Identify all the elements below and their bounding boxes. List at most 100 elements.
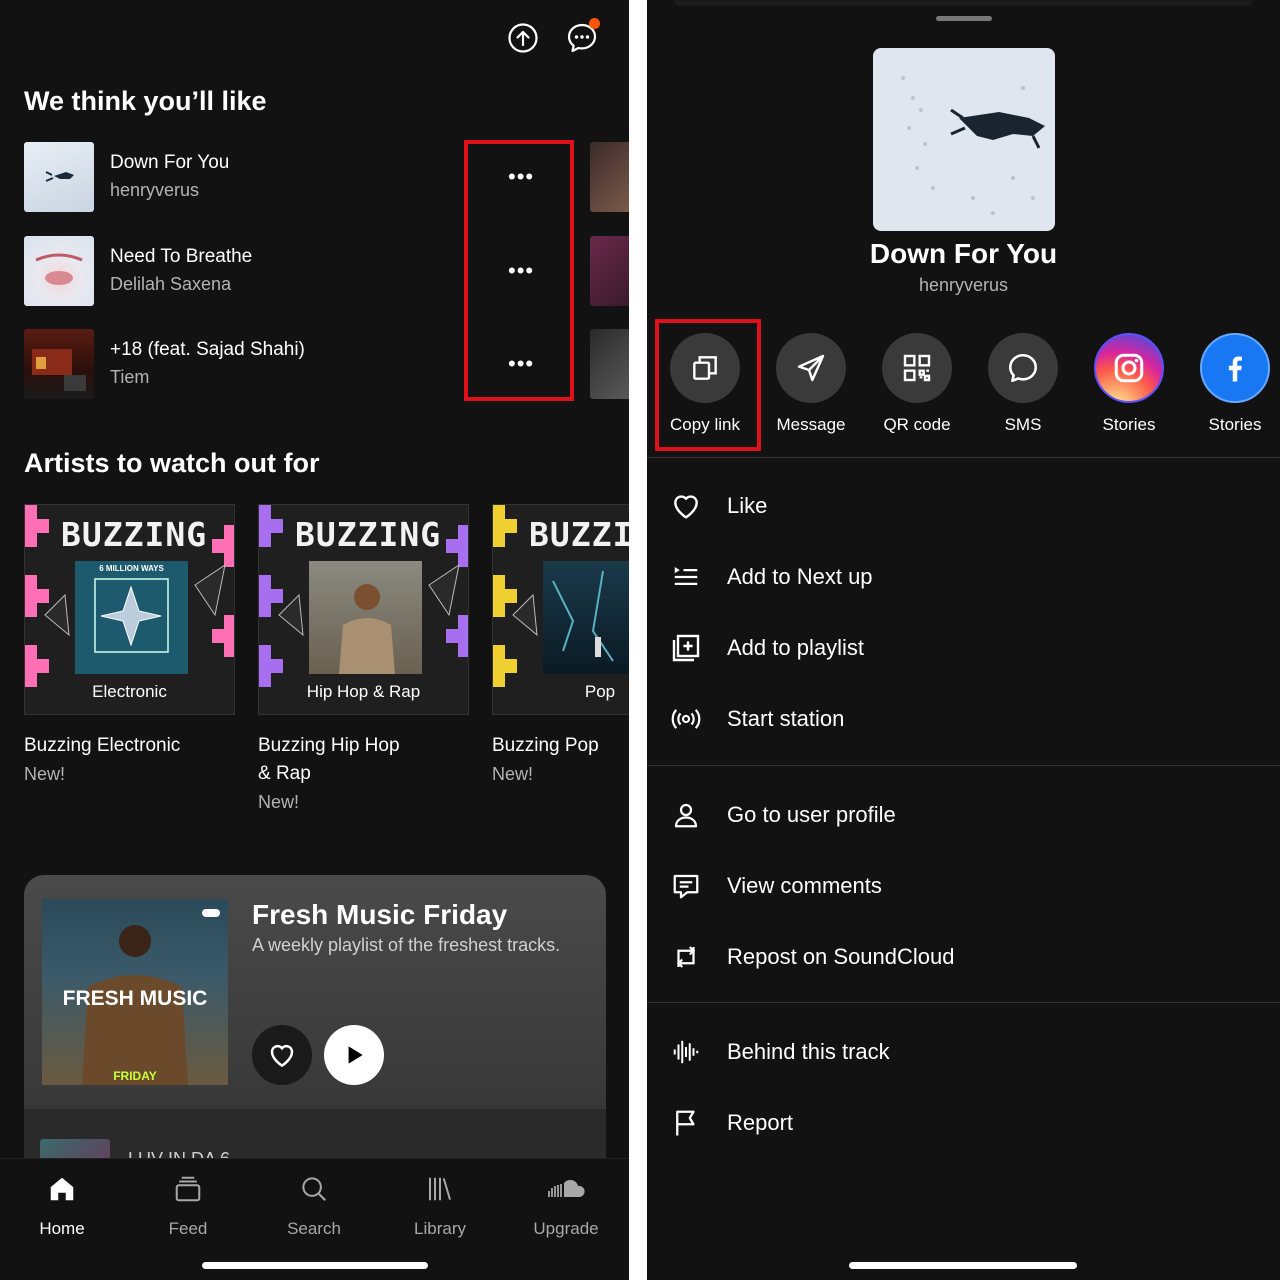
buzzing-badge: BUZZING [529,515,629,554]
fresh-music-friday-card[interactable]: FRESH MUSIC FRIDAY Fresh Music Friday A … [24,875,606,1175]
heart-icon [669,489,703,523]
card-genre: Electronic [92,682,167,701]
messages-icon[interactable] [566,18,600,54]
card-artwork: 6 MILLION WAYS [75,561,188,674]
repost-icon [669,940,703,974]
share-label: Stories [1102,415,1156,434]
feed-icon [138,1171,238,1207]
track-artwork [24,142,94,212]
sheet-edge [675,0,1252,6]
highlight-box-more-options [464,140,574,401]
queue-icon [669,560,703,594]
menu-behind-this-track[interactable]: Behind this track [647,1021,1280,1081]
nav-library[interactable]: Library [390,1171,490,1239]
card-title-line: Buzzing Hip Hop [258,735,400,756]
soundcloud-icon [516,1171,616,1207]
menu-report[interactable]: Report [647,1092,1280,1152]
play-button[interactable] [324,1025,384,1085]
nav-label: Feed [168,1219,208,1238]
nav-label: Home [39,1219,85,1238]
facebook-icon [1200,333,1270,403]
menu-label: Go to user profile [727,802,896,827]
menu-label: Start station [727,706,845,731]
menu-start-station[interactable]: Start station [647,688,1280,748]
card-genre: Pop [584,682,616,701]
playlist-card-pop[interactable]: BUZZING Pop [492,504,629,715]
menu-label: Add to playlist [727,635,864,660]
track-options-sheet: Down For You henryverus Copy link Messag… [647,0,1280,1280]
nav-label: Library [414,1219,466,1238]
nav-search[interactable]: Search [264,1171,364,1239]
cover-label: FRIDAY [113,1069,157,1083]
menu-repost[interactable]: Repost on SoundCloud [647,926,1280,986]
track-artist: Tiem [110,367,150,387]
share-instagram-stories[interactable]: Stories [1076,333,1182,435]
notification-dot [589,18,600,29]
buzzing-badge: BUZZING [295,515,442,554]
track-title: Down For You [110,152,230,173]
next-column-artwork[interactable] [590,329,629,399]
card-subtitle: New! [24,764,66,784]
track-artwork [24,236,94,306]
playlist-card-electronic[interactable]: BUZZING 6 MILLION WAYS Electronic [24,504,235,715]
share-label: Stories [1208,415,1262,434]
highlight-box-copy-link [655,319,761,451]
track-artwork [873,48,1055,231]
menu-label: Like [727,493,768,518]
menu-view-comments[interactable]: View comments [647,855,1280,915]
send-icon [776,333,846,403]
nav-feed[interactable]: Feed [138,1171,238,1239]
menu-add-to-next-up[interactable]: Add to Next up [647,546,1280,606]
share-message[interactable]: Message [758,333,864,435]
card-title[interactable]: Buzzing Pop [492,732,599,760]
card-subtitle: New! [258,792,300,812]
add-playlist-icon [669,631,703,665]
share-facebook-stories[interactable]: Stories [1182,333,1280,435]
card-subtitle: New! [492,764,534,784]
playlist-cover: FRESH MUSIC FRIDAY [42,899,228,1085]
station-icon [669,702,703,736]
user-icon [669,798,703,832]
home-indicator [849,1262,1077,1269]
share-sms[interactable]: SMS [970,333,1076,435]
next-column-artwork[interactable] [590,142,629,212]
playlist-card-hiphop[interactable]: BUZZING Hip Hop & Rap [258,504,469,715]
menu-label: Behind this track [727,1039,890,1064]
card-title[interactable]: Buzzing Hip Hop & Rap [258,732,400,788]
like-button[interactable] [252,1025,312,1085]
menu-add-to-playlist[interactable]: Add to playlist [647,617,1280,677]
divider [647,765,1280,766]
menu-like[interactable]: Like [647,475,1280,535]
menu-go-to-user-profile[interactable]: Go to user profile [647,784,1280,844]
track-artist: Delilah Saxena [110,274,232,294]
card-tagline: 6 MILLION WAYS [99,564,164,573]
card-title[interactable]: Buzzing Electronic [24,732,180,760]
flag-icon [669,1106,703,1140]
nav-home[interactable]: Home [12,1171,112,1239]
library-icon [390,1171,490,1207]
qr-code-icon [882,333,952,403]
track-title: +18 (feat. Sajad Shahi) [110,339,305,360]
home-indicator [202,1262,428,1269]
home-icon [12,1171,112,1207]
nav-label: Upgrade [533,1219,599,1238]
buzzing-badge: BUZZING [61,515,208,554]
menu-label: Add to Next up [727,564,873,589]
nav-upgrade[interactable]: Upgrade [516,1171,616,1239]
next-column-artwork[interactable] [590,236,629,306]
search-icon [264,1171,364,1207]
track-artwork [24,329,94,399]
track-artist: henryverus [110,180,200,200]
track-title: Need To Breathe [110,246,253,267]
menu-label: Report [727,1110,794,1135]
section-title-artists: Artists to watch out for [24,448,320,478]
comment-icon [669,869,703,903]
home-screen: We think you’ll like Down For You henryv… [0,0,629,1280]
upload-icon[interactable] [507,22,539,54]
sheet-grabber[interactable] [936,16,992,21]
track-artist[interactable]: henryverus [647,275,1280,296]
share-label: QR code [883,415,951,434]
share-label: Message [776,415,846,434]
card-artwork [309,561,422,674]
share-qr-code[interactable]: QR code [864,333,970,435]
